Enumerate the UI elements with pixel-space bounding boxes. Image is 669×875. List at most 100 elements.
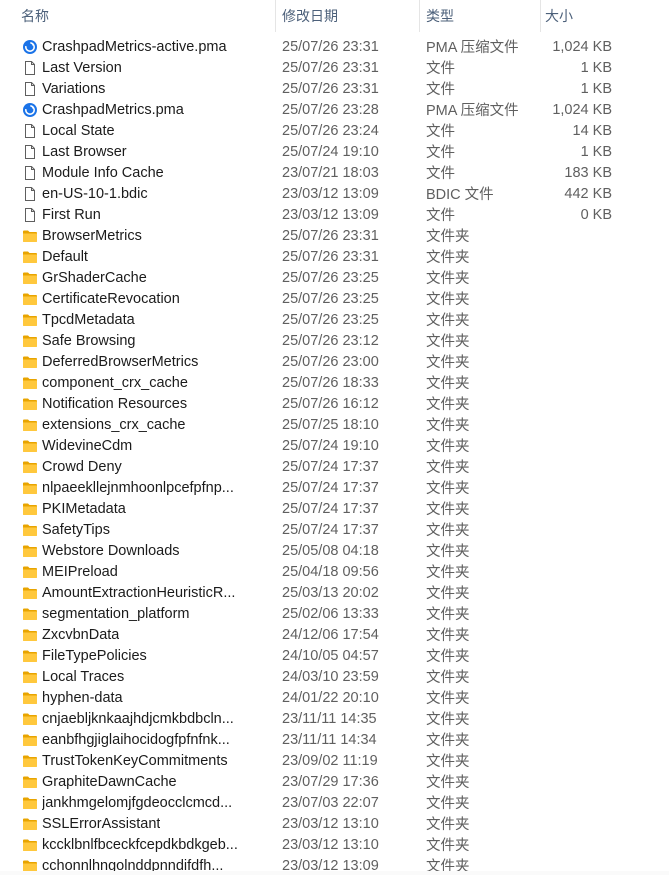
file-name-cell: Last Browser — [0, 144, 276, 160]
file-row[interactable]: MEIPreload 25/04/18 09:56 文件夹 — [0, 561, 669, 582]
file-row[interactable]: TrustTokenKeyCommitments 23/09/02 11:19 文件… — [0, 750, 669, 771]
file-date: 24/01/22 20:10 — [282, 689, 379, 706]
file-name: en-US-10-1.bdic — [42, 185, 148, 202]
file-row[interactable]: Notification Resources 25/07/26 16:12 文件夹 — [0, 393, 669, 414]
file-row[interactable]: SSLErrorAssistant 23/03/12 13:10 文件夹 — [0, 813, 669, 834]
folder-icon — [22, 564, 38, 580]
folder-icon — [22, 585, 38, 601]
folder-icon — [22, 291, 38, 307]
file-name: TpcdMetadata — [42, 311, 135, 328]
file-row[interactable]: BrowserMetrics 25/07/26 23:31 文件夹 — [0, 225, 669, 246]
file-row[interactable]: CrashpadMetrics.pma 25/07/26 23:28 PMA 压缩文… — [0, 99, 669, 120]
file-row[interactable]: WidevineCdm 25/07/24 19:10 文件夹 — [0, 435, 669, 456]
file-row[interactable]: Default 25/07/26 23:31 文件夹 — [0, 246, 669, 267]
file-date: 25/07/25 18:10 — [282, 416, 379, 433]
file-name: FileTypePolicies — [42, 647, 147, 664]
file-date: 25/07/24 17:37 — [282, 479, 379, 496]
file-row[interactable]: cnjaebljknkaajhdjcmkbdbcln... 23/11/11 14… — [0, 708, 669, 729]
file-name-cell: extensions_crx_cache — [0, 417, 276, 433]
file-name-cell: CertificateRevocation — [0, 291, 276, 307]
file-row[interactable]: Module Info Cache 23/07/21 18:03 文件 183 KB — [0, 162, 669, 183]
folder-icon — [22, 690, 38, 706]
file-row[interactable]: kccklbnlfbceckfcepdkbdkgeb... 23/03/12 13… — [0, 834, 669, 855]
file-name: Safe Browsing — [42, 332, 136, 349]
file-row[interactable]: Local Traces 24/03/10 23:59 文件夹 — [0, 666, 669, 687]
file-row[interactable]: jankhmgelomjfgdeocclcmcd... 23/07/03 22:0… — [0, 792, 669, 813]
file-row[interactable]: en-US-10-1.bdic 23/03/12 13:09 BDIC 文件 442 … — [0, 183, 669, 204]
file-name: Module Info Cache — [42, 164, 164, 181]
file-name-cell: Local State — [0, 123, 276, 139]
file-date: 25/07/26 23:00 — [282, 353, 379, 370]
file-type: 文件夹 — [426, 376, 470, 392]
file-date: 25/07/24 17:37 — [282, 458, 379, 475]
file-name-cell: eanbfhgjiglaihocidogfpfnfnk... — [0, 732, 276, 748]
column-header-date[interactable]: ⌄ 修改日期 — [276, 0, 420, 32]
file-row[interactable]: component_crx_cache 25/07/26 18:33 文件夹 — [0, 372, 669, 393]
column-header-name[interactable]: 名称 — [0, 0, 276, 32]
file-row[interactable]: ZxcvbnData 24/12/06 17:54 文件夹 — [0, 624, 669, 645]
column-header-size-label: 大小 — [545, 8, 573, 24]
file-row[interactable]: extensions_crx_cache 25/07/25 18:10 文件夹 — [0, 414, 669, 435]
file-row[interactable]: PKIMetadata 25/07/24 17:37 文件夹 — [0, 498, 669, 519]
file-row[interactable]: CertificateRevocation 25/07/26 23:25 文件夹 — [0, 288, 669, 309]
file-type: 文件夹 — [426, 418, 470, 434]
file-icon — [22, 60, 38, 76]
column-header-date-label: 修改日期 — [282, 8, 338, 24]
file-icon — [22, 186, 38, 202]
file-row[interactable]: nlpaeekllejnmhoonlpcefpfnp... 25/07/24 17… — [0, 477, 669, 498]
file-row[interactable]: TpcdMetadata 25/07/26 23:25 文件夹 — [0, 309, 669, 330]
file-name-cell: CrashpadMetrics-active.pma — [0, 39, 276, 55]
file-row[interactable]: Webstore Downloads 25/05/08 04:18 文件夹 — [0, 540, 669, 561]
file-row[interactable]: hyphen-data 24/01/22 20:10 文件夹 — [0, 687, 669, 708]
file-row[interactable]: Safe Browsing 25/07/26 23:12 文件夹 — [0, 330, 669, 351]
file-row[interactable]: segmentation_platform 25/02/06 13:33 文件夹 — [0, 603, 669, 624]
file-date: 25/07/26 18:33 — [282, 374, 379, 391]
file-name: CrashpadMetrics.pma — [42, 101, 184, 118]
file-name-cell: AmountExtractionHeuristicR... — [0, 585, 276, 601]
folder-icon — [22, 270, 38, 286]
file-name-cell: Crowd Deny — [0, 459, 276, 475]
file-date: 25/07/26 23:31 — [282, 80, 379, 97]
file-name: Local Traces — [42, 668, 125, 685]
file-type: 文件夹 — [426, 838, 470, 854]
column-header-size[interactable]: 大小 — [541, 0, 621, 32]
file-row[interactable]: Local State 25/07/26 23:24 文件 14 KB — [0, 120, 669, 141]
file-name: hyphen-data — [42, 689, 123, 706]
file-row[interactable]: Last Version 25/07/26 23:31 文件 1 KB — [0, 57, 669, 78]
file-date: 24/03/10 23:59 — [282, 668, 379, 685]
file-row[interactable]: Variations 25/07/26 23:31 文件 1 KB — [0, 78, 669, 99]
file-row[interactable]: SafetyTips 25/07/24 17:37 文件夹 — [0, 519, 669, 540]
folder-icon — [22, 396, 38, 412]
file-type: PMA 压缩文件 — [426, 40, 519, 56]
pma-file-icon — [22, 39, 38, 55]
file-row[interactable]: eanbfhgjiglaihocidogfpfnfnk... 23/11/11 1… — [0, 729, 669, 750]
file-row[interactable]: GraphiteDawnCache 23/07/29 17:36 文件夹 — [0, 771, 669, 792]
file-name: MEIPreload — [42, 563, 118, 580]
folder-icon — [22, 711, 38, 727]
file-date: 23/03/12 13:10 — [282, 815, 379, 832]
file-row[interactable]: Last Browser 25/07/24 19:10 文件 1 KB — [0, 141, 669, 162]
file-row[interactable]: First Run 23/03/12 13:09 文件 0 KB — [0, 204, 669, 225]
folder-icon — [22, 354, 38, 370]
file-name-cell: SSLErrorAssistant — [0, 816, 276, 832]
file-row[interactable]: AmountExtractionHeuristicR... 25/03/13 20… — [0, 582, 669, 603]
file-row[interactable]: GrShaderCache 25/07/26 23:25 文件夹 — [0, 267, 669, 288]
column-header-type[interactable]: 类型 — [420, 0, 541, 32]
file-name: Webstore Downloads — [42, 542, 180, 559]
file-type: 文件夹 — [426, 523, 470, 539]
folder-icon — [22, 417, 38, 433]
file-type: 文件 — [426, 166, 455, 182]
file-type: 文件夹 — [426, 292, 470, 308]
folder-icon — [22, 228, 38, 244]
file-name: DeferredBrowserMetrics — [42, 353, 199, 370]
file-row[interactable]: Crowd Deny 25/07/24 17:37 文件夹 — [0, 456, 669, 477]
file-row[interactable]: CrashpadMetrics-active.pma 25/07/26 23:31… — [0, 36, 669, 57]
file-row[interactable]: DeferredBrowserMetrics 25/07/26 23:00 文件夹 — [0, 351, 669, 372]
file-date: 23/03/12 13:10 — [282, 836, 379, 853]
file-name-cell: BrowserMetrics — [0, 228, 276, 244]
file-name-cell: TrustTokenKeyCommitments — [0, 753, 276, 769]
file-row[interactable]: FileTypePolicies 24/10/05 04:57 文件夹 — [0, 645, 669, 666]
file-name: Crowd Deny — [42, 458, 122, 475]
file-type: 文件夹 — [426, 439, 470, 455]
file-icon — [22, 81, 38, 97]
